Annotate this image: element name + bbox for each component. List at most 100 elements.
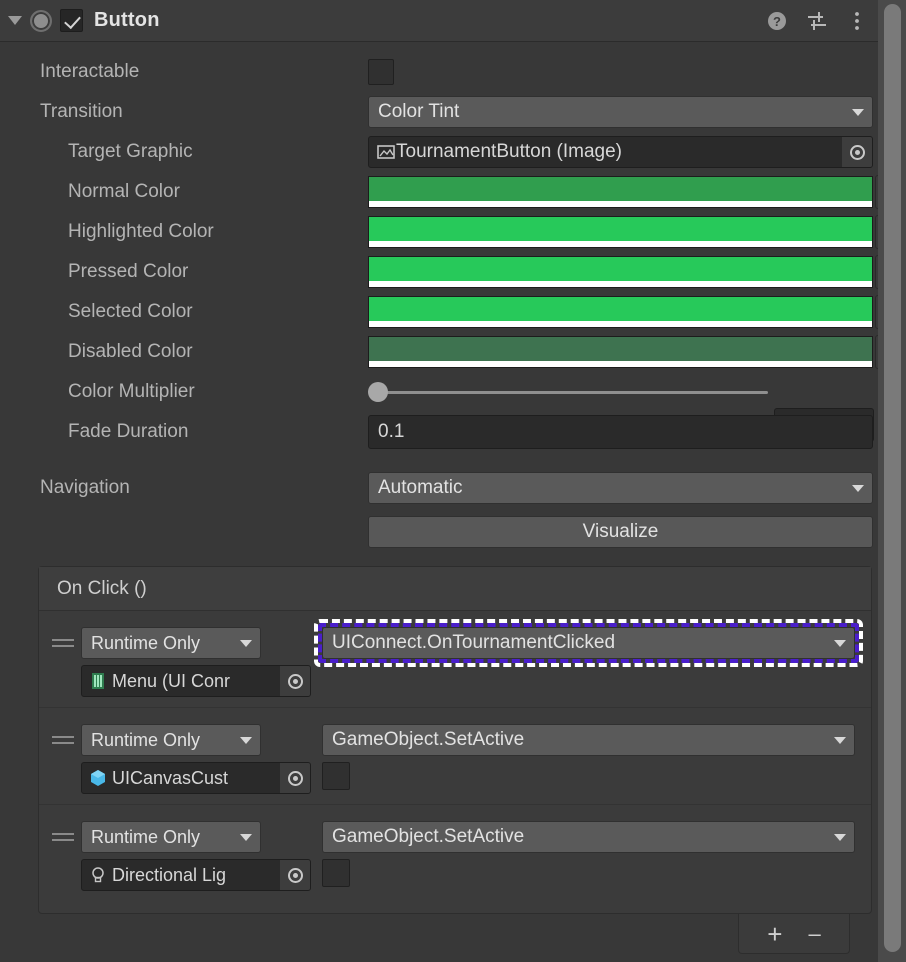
row-visualize: Visualize (0, 512, 878, 552)
drag-handle[interactable] (52, 639, 74, 649)
disabled-color-group (368, 335, 906, 369)
drag-handle[interactable] (52, 736, 74, 746)
normal-color-alpha-bar (369, 201, 872, 207)
row-fade-duration: Fade Duration 0.1 (0, 412, 878, 452)
event-function-dropdown[interactable]: GameObject.SetActive (322, 821, 855, 853)
chevron-down-icon (852, 484, 864, 492)
event-bool-argument-checkbox[interactable] (322, 859, 350, 887)
target-graphic-field[interactable]: TournamentButton (Image) (368, 136, 873, 168)
component-header: Button ? (0, 0, 878, 42)
visualize-button[interactable]: Visualize (368, 516, 873, 548)
header-icon-group: ? (766, 10, 868, 32)
row-color-multiplier: Color Multiplier 1 (0, 372, 878, 442)
inspector-scrollbar[interactable] (878, 0, 906, 962)
event-object-value: UICanvasCust (112, 767, 229, 788)
selected-color-swatch[interactable] (368, 296, 873, 328)
prefab-icon (91, 770, 105, 786)
chevron-down-icon (834, 736, 846, 744)
visualize-button-wrap: Visualize (368, 516, 873, 548)
transition-dropdown[interactable]: Color Tint (368, 96, 873, 128)
on-click-panel: On Click () Runtime Only UIConnect.OnTou… (38, 566, 872, 914)
event-object-field[interactable]: Menu (UI Conr (81, 665, 311, 697)
event-mode-dropdown[interactable]: Runtime Only (81, 821, 261, 853)
disabled-color-swatch[interactable] (368, 336, 873, 368)
light-icon (92, 867, 104, 883)
object-picker-icon[interactable] (280, 763, 310, 793)
image-asset-icon (377, 145, 395, 159)
row-highlighted-color: Highlighted Color (0, 212, 906, 252)
remove-event-button[interactable]: – (808, 922, 820, 945)
script-icon (92, 673, 104, 689)
component-title: Button (94, 9, 160, 31)
unity-inspector-button-component: Button ? Interactable Transition Color T… (0, 0, 906, 962)
chevron-down-icon (240, 639, 252, 647)
event-object-value: Menu (UI Conr (112, 670, 231, 691)
event-object-field[interactable]: Directional Lig (81, 859, 311, 891)
color-multiplier-slider[interactable] (368, 376, 768, 408)
chevron-down-icon (240, 833, 252, 841)
scrollbar-thumb[interactable] (884, 4, 901, 952)
normal-color-group (368, 175, 906, 209)
label-target-graphic: Target Graphic (68, 141, 193, 162)
interactable-checkbox[interactable] (368, 59, 394, 85)
svg-text:?: ? (773, 14, 781, 29)
pressed-color-group (368, 255, 906, 289)
fade-duration-input[interactable]: 0.1 (368, 415, 873, 449)
event-list-footer: + – (738, 914, 850, 954)
more-menu-icon[interactable] (846, 10, 868, 32)
label-pressed-color: Pressed Color (68, 261, 189, 282)
row-disabled-color: Disabled Color (0, 332, 906, 372)
slider-track (380, 390, 768, 394)
highlighted-color-group (368, 215, 906, 249)
drag-handle[interactable] (52, 833, 74, 843)
help-icon[interactable]: ? (766, 10, 788, 32)
row-navigation: Navigation Automatic (0, 468, 878, 508)
row-target-graphic: Target Graphic TournamentButton (Image) (0, 132, 878, 172)
color-multiplier-group: 1 (368, 376, 874, 442)
add-event-button[interactable]: + (767, 921, 782, 947)
event-function-dropdown[interactable]: UIConnect.OnTournamentClicked (322, 627, 855, 659)
row-normal-color: Normal Color (0, 172, 906, 212)
event-bool-argument-checkbox[interactable] (322, 762, 350, 790)
row-pressed-color: Pressed Color (0, 252, 906, 292)
event-object-value: Directional Lig (112, 864, 227, 885)
button-component-icon (30, 9, 52, 32)
highlighted-color-alpha-bar (369, 241, 872, 247)
preset-icon[interactable] (806, 10, 828, 32)
event-row: Runtime Only GameObject.SetActive Direct… (39, 805, 871, 902)
label-transition: Transition (40, 101, 123, 122)
selected-color-fill (369, 297, 872, 321)
label-navigation: Navigation (40, 477, 130, 498)
chevron-down-icon (834, 639, 846, 647)
object-picker-icon[interactable] (280, 666, 310, 696)
component-enabled-checkbox[interactable] (60, 9, 83, 32)
chevron-down-icon (834, 833, 846, 841)
navigation-dropdown[interactable]: Automatic (368, 472, 873, 504)
label-normal-color: Normal Color (68, 181, 180, 202)
target-graphic-value: TournamentButton (Image) (396, 141, 623, 162)
label-interactable: Interactable (40, 61, 140, 82)
fade-duration-input-wrap: 0.1 (368, 415, 873, 449)
pressed-color-swatch[interactable] (368, 256, 873, 288)
row-interactable: Interactable (0, 52, 878, 92)
event-mode-value: Runtime Only (91, 632, 201, 653)
chevron-down-icon (240, 736, 252, 744)
event-mode-value: Runtime Only (91, 826, 201, 847)
normal-color-swatch[interactable] (368, 176, 873, 208)
normal-color-fill (369, 177, 872, 201)
label-highlighted-color: Highlighted Color (68, 221, 214, 242)
event-function-dropdown[interactable]: GameObject.SetActive (322, 724, 855, 756)
event-row: Runtime Only UIConnect.OnTournamentClick… (39, 611, 871, 708)
event-mode-dropdown[interactable]: Runtime Only (81, 627, 261, 659)
event-mode-value: Runtime Only (91, 729, 201, 750)
slider-handle[interactable] (368, 382, 388, 402)
highlighted-color-swatch[interactable] (368, 216, 873, 248)
object-picker-icon[interactable] (842, 137, 872, 167)
foldout-triangle-icon[interactable] (8, 16, 22, 25)
label-disabled-color: Disabled Color (68, 341, 193, 362)
event-mode-dropdown[interactable]: Runtime Only (81, 724, 261, 756)
label-color-multiplier: Color Multiplier (68, 381, 195, 402)
event-function-value: GameObject.SetActive (332, 826, 525, 847)
event-object-field[interactable]: UICanvasCust (81, 762, 311, 794)
object-picker-icon[interactable] (280, 860, 310, 890)
